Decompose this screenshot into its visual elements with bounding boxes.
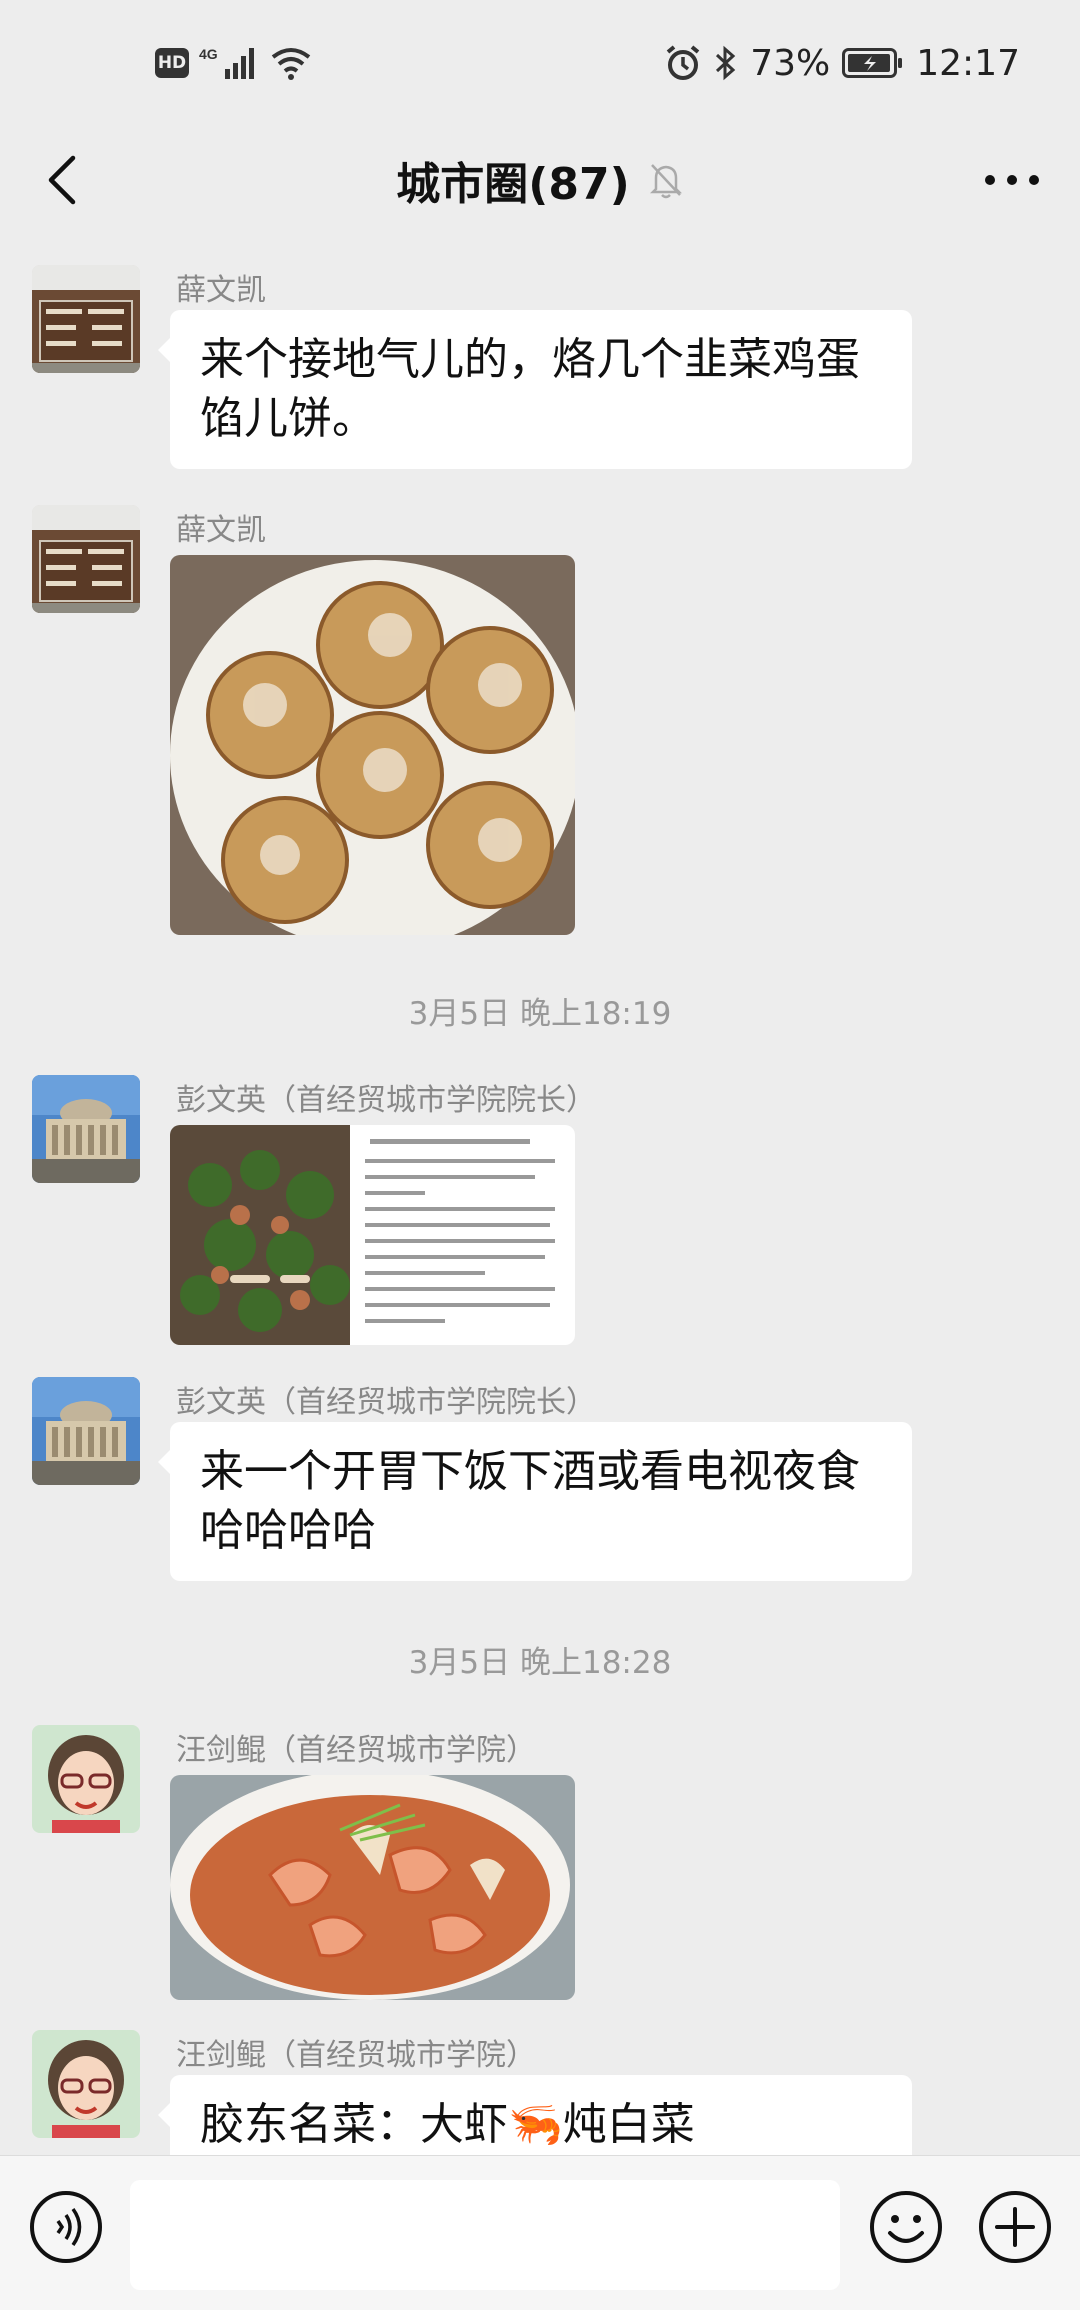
cartoon-avatar-image xyxy=(32,1725,140,1833)
more-functions-button[interactable] xyxy=(977,2189,1053,2265)
text-bubble[interactable]: 胶东名菜：大虾🦐炖白菜 xyxy=(158,2075,912,2155)
message-input[interactable] xyxy=(130,2180,840,2290)
more-dots-icon xyxy=(985,175,1039,185)
sender-name: 汪剑鲲（首经贸城市学院） xyxy=(176,2038,536,2073)
image-message[interactable] xyxy=(170,1125,575,1345)
input-bar xyxy=(0,2155,1080,2310)
plus-icon xyxy=(979,2191,1051,2263)
avatar[interactable] xyxy=(32,2030,140,2138)
sender-name: 彭文英（首经贸城市学院院长） xyxy=(176,1385,596,1420)
battery-percent: 73% xyxy=(750,42,831,84)
sender-name: 薛文凯 xyxy=(176,273,266,308)
signboard-avatar-image xyxy=(32,265,140,373)
status-bar: HD 4G 73% 12:17 xyxy=(0,0,1080,125)
chat-title-wrap: 城市圈(87) xyxy=(0,145,1080,215)
signal-icon: 4G xyxy=(199,46,254,79)
status-bar-right: 73% 12:17 xyxy=(664,36,1020,90)
signboard-avatar-image xyxy=(32,505,140,613)
alarm-icon xyxy=(666,45,700,80)
avatar[interactable] xyxy=(32,265,140,373)
hd-icon: HD xyxy=(155,48,189,78)
shrimp-cabbage-photo xyxy=(170,1775,575,2000)
network-type-label: 4G xyxy=(199,46,218,62)
chat-header: 城市圈(87) xyxy=(0,125,1080,235)
bluetooth-icon xyxy=(716,45,736,81)
text-bubble[interactable]: 来个接地气儿的，烙几个韭菜鸡蛋馅儿饼。 xyxy=(158,310,912,469)
text-bubble[interactable]: 来一个开胃下饭下酒或看电视夜食哈哈哈哈 xyxy=(158,1422,912,1581)
status-bar-left: HD 4G xyxy=(155,38,313,88)
timestamp: 3月5日 晚上18:28 xyxy=(408,1645,672,1681)
clock: 12:17 xyxy=(916,42,1020,84)
timestamp: 3月5日 晚上18:19 xyxy=(408,996,672,1032)
pancakes-photo xyxy=(170,555,575,935)
wifi-icon xyxy=(271,48,311,80)
voice-button[interactable] xyxy=(28,2189,104,2265)
avatar[interactable] xyxy=(32,1725,140,1833)
library-avatar-image xyxy=(32,1075,140,1183)
message-list[interactable]: 薛文凯 来个接地气儿的，烙几个韭菜鸡蛋馅儿饼。 薛文凯 3月5日 晚上18:19… xyxy=(0,235,1080,2155)
image-message[interactable] xyxy=(170,1775,575,2000)
voice-icon xyxy=(30,2191,102,2263)
more-button[interactable] xyxy=(972,145,1052,215)
avatar[interactable] xyxy=(32,1075,140,1183)
avatar[interactable] xyxy=(32,505,140,613)
sender-name: 薛文凯 xyxy=(176,513,266,548)
emoji-icon xyxy=(870,2191,942,2263)
sender-name: 彭文英（首经贸城市学院院长） xyxy=(176,1083,596,1118)
emoji-button[interactable] xyxy=(868,2189,944,2265)
avatar[interactable] xyxy=(32,1377,140,1485)
mute-bell-icon xyxy=(649,164,682,199)
chat-title[interactable]: 城市圈(87) xyxy=(396,148,629,212)
recipe-dish-photo xyxy=(170,1125,575,1345)
sender-name: 汪剑鲲（首经贸城市学院） xyxy=(176,1733,536,1768)
cartoon-avatar-image xyxy=(32,2030,140,2138)
chat-screen: HD 4G 73% 12:17 城市圈(87) 薛文凯 来个接地气儿的，烙几个韭… xyxy=(0,0,1080,2310)
image-message[interactable] xyxy=(170,555,575,935)
battery-charging-icon xyxy=(842,48,903,78)
library-avatar-image xyxy=(32,1377,140,1485)
